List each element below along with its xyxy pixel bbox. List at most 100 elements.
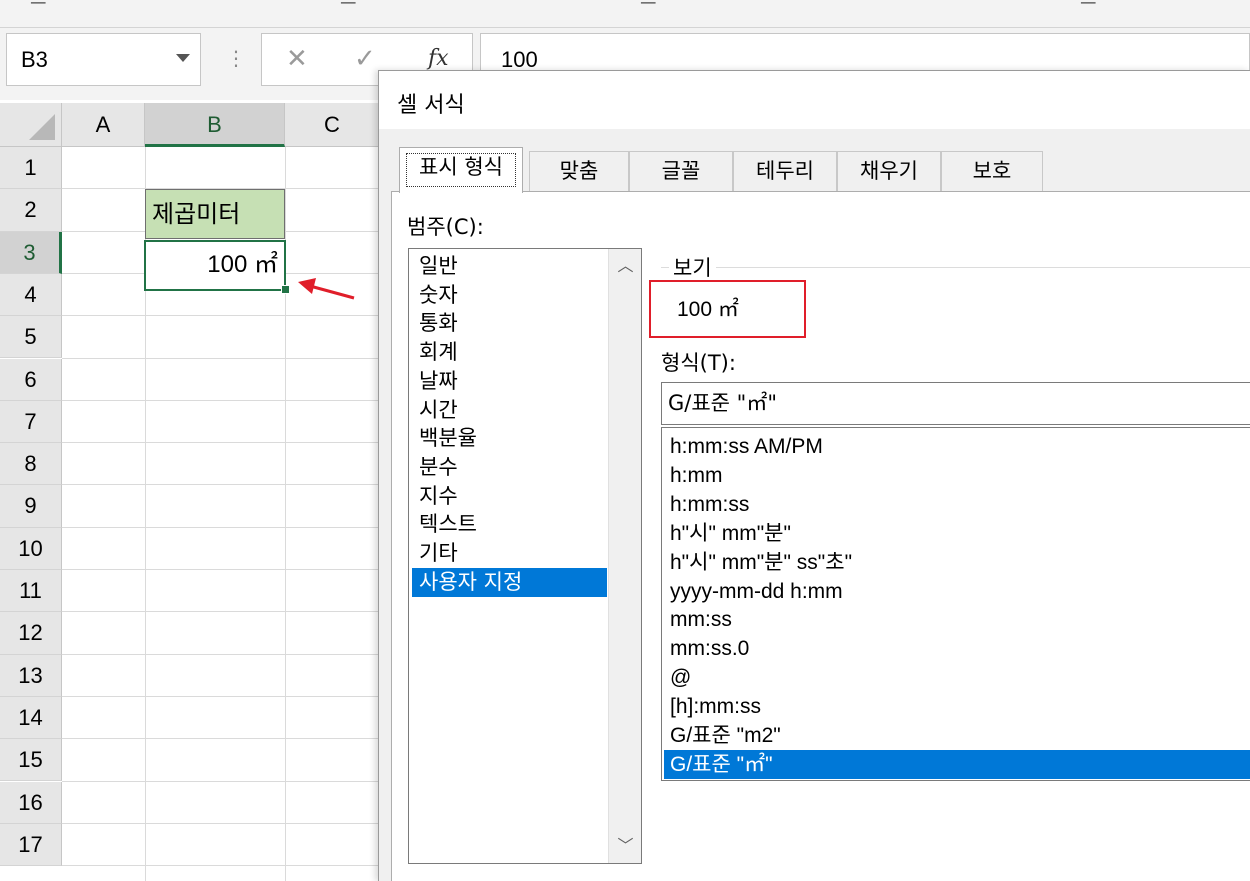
name-box[interactable]: B3 [6, 33, 201, 86]
tab-focus-ring [406, 153, 516, 187]
format-item[interactable]: h:mm:ss AM/PM [664, 432, 1250, 461]
category-item[interactable]: 사용자 지정 [412, 567, 607, 597]
gridline-horizontal [62, 611, 380, 613]
category-item[interactable]: 회계 [412, 338, 607, 367]
category-scrollbar[interactable]: ︿ ﹀ [608, 249, 641, 863]
dialog-titlebar[interactable]: 셀 서식 [379, 71, 1250, 129]
format-item[interactable]: yyyy-mm-dd h:mm [664, 577, 1250, 606]
insert-function-icon[interactable]: fx [428, 46, 449, 71]
row-header-13[interactable]: 13 [0, 654, 62, 697]
format-item[interactable]: mm:ss.0 [664, 634, 1250, 663]
category-item[interactable]: 통화 [412, 309, 607, 338]
gridline-horizontal [62, 865, 380, 867]
gridline-horizontal [62, 738, 380, 740]
row-header-16[interactable]: 16 [0, 781, 62, 824]
sample-label: 보기 [669, 252, 716, 282]
column-header-c[interactable]: C [285, 103, 380, 147]
tab-fill[interactable]: 채우기 [837, 151, 941, 191]
tab-label: 보호 [972, 159, 1012, 183]
row-header-1[interactable]: 1 [0, 147, 62, 190]
row-header-17[interactable]: 17 [0, 823, 62, 867]
format-list[interactable]: h:mm:ss AM/PM h:mm h:mm:ss h"시" mm"분" h"시" m… [661, 427, 1250, 781]
format-item[interactable]: G/표준 "㎡" [664, 749, 1250, 779]
type-input[interactable]: G/표준 "㎡" [661, 382, 1250, 425]
tab-number[interactable]: 표시 형식 [399, 147, 523, 193]
gridline-horizontal [62, 357, 380, 359]
category-item[interactable]: 날짜 [412, 367, 607, 396]
format-item[interactable]: h"시" mm"분" [664, 519, 1250, 548]
cell-b2[interactable]: 제곱미터 [145, 189, 285, 239]
row-header-6[interactable]: 6 [0, 358, 62, 401]
row-header-15[interactable]: 15 [0, 739, 62, 782]
row-header-10[interactable]: 10 [0, 527, 62, 570]
annotation-arrow-icon [298, 278, 355, 300]
row-header-14[interactable]: 14 [0, 696, 62, 740]
tab-border[interactable]: 테두리 [733, 151, 837, 191]
ribbon-fragment: ㅡ [340, 0, 357, 15]
name-box-value: B3 [21, 47, 48, 72]
tab-alignment[interactable]: 맞춤 [529, 151, 629, 191]
ribbon-strip: ㅡ ㅡ ㅡ ㅡ [0, 0, 1250, 28]
vertical-dots-icon: ⋮ [226, 46, 246, 70]
tab-protection[interactable]: 보호 [941, 151, 1043, 191]
ribbon-fragment: ㅡ [640, 0, 657, 15]
cancel-icon[interactable]: ✕ [286, 44, 308, 74]
ribbon-fragment: ㅡ [30, 0, 47, 15]
scroll-up-icon[interactable]: ︿ [609, 249, 642, 283]
cell-b3-active[interactable]: 100 ㎡ [144, 240, 286, 291]
format-item[interactable]: h:mm:ss [664, 490, 1250, 519]
row-header-5[interactable]: 5 [0, 316, 62, 359]
gridline-horizontal [62, 780, 380, 782]
gridline-horizontal [62, 653, 380, 655]
tab-label: 글꼴 [661, 159, 701, 183]
category-item[interactable]: 텍스트 [412, 510, 607, 539]
row-header-12[interactable]: 12 [0, 612, 62, 655]
gridline-horizontal [62, 399, 380, 401]
select-all-triangle [29, 114, 55, 140]
gridline-horizontal [62, 822, 380, 824]
row-header-7[interactable]: 7 [0, 400, 62, 444]
gridline-horizontal [62, 484, 380, 486]
tab-label: 채우기 [860, 159, 918, 183]
category-item[interactable]: 시간 [412, 396, 607, 425]
format-item[interactable]: G/표준 "m2" [664, 721, 1250, 750]
sample-highlight-box [649, 280, 806, 338]
column-header-b[interactable]: B [145, 103, 285, 147]
chevron-down-icon[interactable] [176, 54, 190, 62]
tab-label: 테두리 [756, 159, 814, 183]
row-header-2[interactable]: 2 [0, 189, 62, 232]
category-item[interactable]: 지수 [412, 482, 607, 511]
category-item[interactable]: 일반 [412, 252, 607, 281]
gridline-horizontal [62, 695, 380, 697]
row-header-8[interactable]: 8 [0, 443, 62, 486]
column-header-a[interactable]: A [62, 103, 145, 147]
category-item[interactable]: 백분율 [412, 424, 607, 453]
dialog-title: 셀 서식 [397, 93, 465, 118]
category-item[interactable]: 분수 [412, 453, 607, 482]
worksheet-grid[interactable]: ABC 1 2 3 4 5 6 7 8 9 10 11 12 13 14 15 16 17 제곱미터 100 ㎡ [0, 100, 380, 881]
gridline-horizontal [62, 315, 380, 317]
row-header-4[interactable]: 4 [0, 273, 62, 317]
gridline-horizontal [62, 526, 380, 528]
format-item[interactable]: [h]:mm:ss [664, 692, 1250, 721]
row-header-11[interactable]: 11 [0, 570, 62, 613]
format-item[interactable]: @ [664, 663, 1250, 692]
category-item[interactable]: 숫자 [412, 281, 607, 310]
row-header-3[interactable]: 3 [0, 231, 62, 274]
category-item[interactable]: 기타 [412, 539, 607, 568]
ribbon-fragment: ㅡ [1080, 0, 1097, 15]
gridline-horizontal [62, 442, 380, 444]
row-header-9[interactable]: 9 [0, 485, 62, 528]
format-cells-dialog: 셀 서식 표시 형식 맞춤 글꼴 테두리 채우기 보호 범주(C): 일반 숫자 통… [378, 70, 1250, 881]
type-label: 형식(T): [661, 351, 736, 375]
format-item[interactable]: h:mm [664, 461, 1250, 490]
category-label: 범주(C): [407, 215, 484, 239]
enter-icon[interactable]: ✓ [354, 44, 376, 74]
scroll-down-icon[interactable]: ﹀ [609, 829, 642, 863]
format-item[interactable]: mm:ss [664, 605, 1250, 634]
select-all-corner[interactable] [0, 103, 62, 147]
fill-handle[interactable] [281, 285, 290, 294]
category-list[interactable]: 일반 숫자 통화 회계 날짜 시간 백분율 분수 지수 텍스트 기타 사용자 지정 ︿ ﹀ [408, 248, 642, 864]
format-item[interactable]: h"시" mm"분" ss"초" [664, 548, 1250, 577]
tab-font[interactable]: 글꼴 [629, 151, 733, 191]
